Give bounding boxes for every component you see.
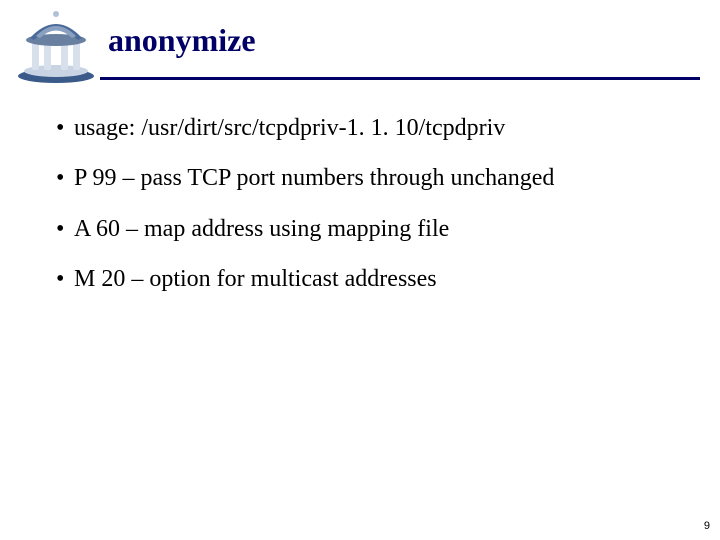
slide-title: anonymize <box>108 22 256 59</box>
bullet-dot-icon: • <box>56 213 74 245</box>
bullet-item: • P 99 – pass TCP port numbers through u… <box>56 162 680 194</box>
bullet-text: usage: /usr/dirt/src/tcpdpriv-1. 1. 10/t… <box>74 112 680 144</box>
bullet-text: M 20 – option for multicast addresses <box>74 263 680 295</box>
bullet-text: A 60 – map address using mapping file <box>74 213 680 245</box>
page-number: 9 <box>704 520 710 532</box>
bullet-dot-icon: • <box>56 162 74 194</box>
bullet-item: • M 20 – option for multicast addresses <box>56 263 680 295</box>
slide-header: anonymize <box>0 12 720 92</box>
slide: anonymize • usage: /usr/dirt/src/tcpdpri… <box>0 0 720 540</box>
bullet-dot-icon: • <box>56 263 74 295</box>
title-divider <box>100 77 700 80</box>
bullet-item: • usage: /usr/dirt/src/tcpdpriv-1. 1. 10… <box>56 112 680 144</box>
bullet-text: P 99 – pass TCP port numbers through unc… <box>74 162 680 194</box>
slide-content: • usage: /usr/dirt/src/tcpdpriv-1. 1. 10… <box>0 92 720 296</box>
logo-icon <box>14 8 98 86</box>
bullet-item: • A 60 – map address using mapping file <box>56 213 680 245</box>
bullet-dot-icon: • <box>56 112 74 144</box>
